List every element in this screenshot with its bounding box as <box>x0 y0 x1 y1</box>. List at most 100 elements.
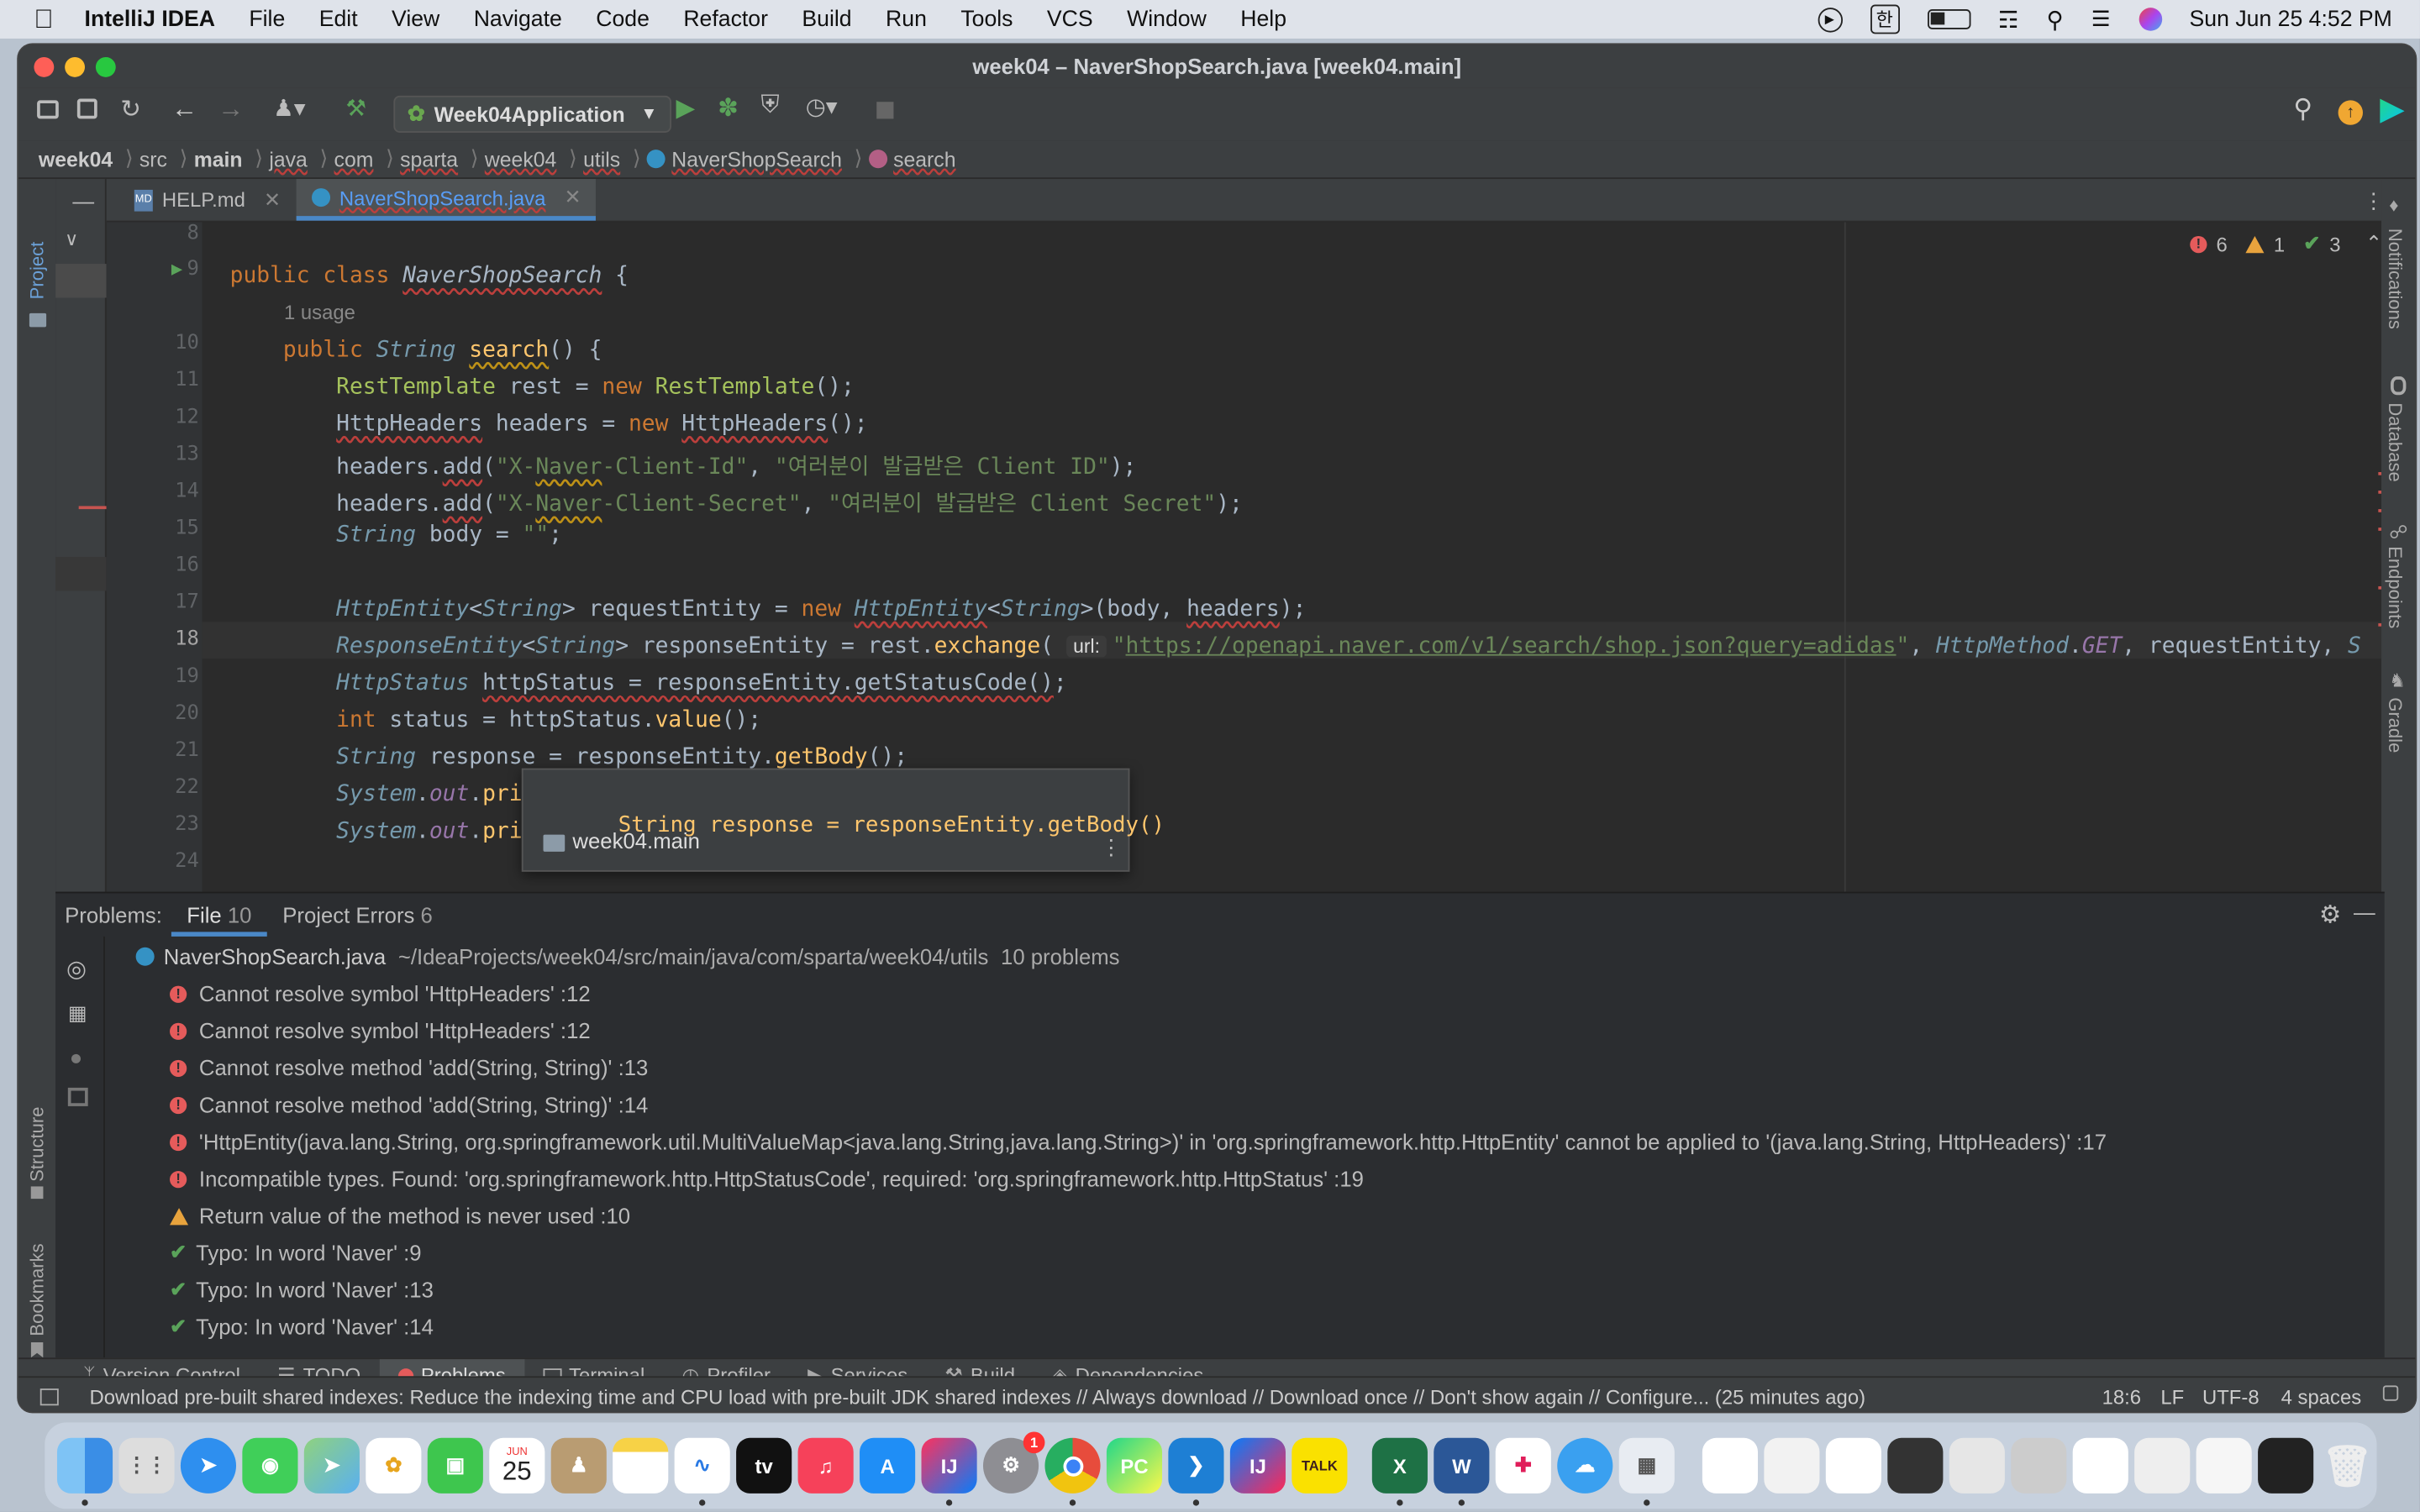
preview-icon[interactable]: ▦ <box>1618 1437 1675 1506</box>
menu-window[interactable]: Window <box>1127 7 1207 31</box>
battery-icon[interactable] <box>1927 9 1970 29</box>
structure-tool-tab[interactable]: Structure <box>26 1106 48 1181</box>
breadcrumb-class[interactable]: NaverShopSearch <box>671 147 842 171</box>
music-icon[interactable]: ♫ <box>797 1437 854 1494</box>
gradle-icon[interactable]: ♞ <box>2389 669 2406 691</box>
gear-icon[interactable]: ⚙ <box>2319 900 2341 931</box>
gradle-tool-tab[interactable]: Gradle <box>2385 697 2407 753</box>
menu-refactor[interactable]: Refactor <box>683 7 768 31</box>
close-icon[interactable]: ✕ <box>264 187 281 212</box>
recent-document-icon[interactable] <box>2072 1437 2128 1494</box>
save-all-icon[interactable] <box>76 98 97 119</box>
pycharm-icon[interactable]: PC <box>1106 1437 1163 1494</box>
endpoints-tool-tab[interactable]: Endpoints <box>2385 546 2407 628</box>
build-hammer-icon[interactable]: ⚒ <box>345 94 366 122</box>
database-tool-tab[interactable]: Database <box>2385 402 2407 481</box>
notifications-tool-tab[interactable]: Notifications <box>2385 228 2407 329</box>
safari-icon[interactable]: ➤ <box>180 1437 237 1494</box>
inspection-widget[interactable]: !6 1 ✔3 ⌃ ⌄ <box>2190 232 2384 256</box>
notes-icon[interactable] <box>613 1437 669 1494</box>
control-center-icon[interactable]: ☰ <box>2091 6 2111 32</box>
icloud-icon[interactable]: ☁ <box>1557 1437 1613 1494</box>
problem-row[interactable]: ! Cannot resolve method 'add(String, Stri… <box>170 1051 648 1084</box>
run-gutter-icon[interactable]: ▶ <box>171 258 182 280</box>
project-panel-collapsed[interactable]: ∨ <box>55 179 107 892</box>
app-store-icon[interactable]: A <box>860 1437 916 1494</box>
slack-icon[interactable]: ✚ <box>1495 1437 1551 1494</box>
recent-document-icon[interactable] <box>1887 1437 1944 1494</box>
excel-icon[interactable]: X <box>1371 1437 1428 1506</box>
endpoints-icon[interactable]: ☍ <box>2389 522 2407 543</box>
minimize-window-button[interactable] <box>65 56 86 77</box>
chevron-down-icon[interactable]: ∨ <box>65 228 78 250</box>
breadcrumb-method[interactable]: search <box>893 147 955 171</box>
tab-navershopsearch[interactable]: NaverShopSearch.java ✕ <box>296 179 597 221</box>
calendar-icon[interactable]: JUN 25 <box>489 1437 545 1494</box>
problem-row[interactable]: ✔ Typo: In word 'Naver' :13 <box>170 1273 434 1306</box>
recent-document-icon[interactable] <box>1949 1437 2005 1494</box>
menu-tools[interactable]: Tools <box>960 7 1013 31</box>
run-icon[interactable]: ▶ <box>676 92 695 123</box>
recent-document-icon[interactable] <box>2196 1437 2252 1494</box>
problem-row[interactable]: ! Cannot resolve method 'add(String, Stri… <box>170 1088 648 1121</box>
zoom-window-button[interactable] <box>95 56 116 77</box>
freeform-icon[interactable]: ∿ <box>674 1437 730 1506</box>
breadcrumb-src[interactable]: src <box>139 147 167 171</box>
update-icon[interactable]: ↑ <box>2338 100 2363 125</box>
menubar-datetime[interactable]: Sun Jun 25 4:52 PM <box>2190 7 2392 31</box>
structure-icon[interactable] <box>30 1186 44 1200</box>
system-settings-icon[interactable]: ⚙ 1 <box>982 1431 1045 1494</box>
cursor-position[interactable]: 18:6 <box>2102 1384 2141 1408</box>
recent-document-icon[interactable] <box>2011 1437 2067 1494</box>
user-profile-icon[interactable]: ♟▾ <box>273 94 306 122</box>
panel-toggle-icon[interactable] <box>39 1388 59 1405</box>
group-by-icon[interactable]: ▦ <box>68 1001 87 1026</box>
collapse-panel-icon[interactable]: — <box>72 188 94 213</box>
problem-row[interactable]: ! Incompatible types. Found: 'org.springf… <box>170 1162 1364 1195</box>
breadcrumb-main[interactable]: main <box>194 147 243 171</box>
indent-setting[interactable]: 4 spaces <box>2281 1384 2362 1408</box>
input-source-icon[interactable]: 한 <box>1870 4 1900 34</box>
debug-icon[interactable]: ✽ <box>718 92 739 123</box>
problem-row[interactable]: ✔ Typo: In word 'Naver' :14 <box>170 1310 434 1343</box>
breadcrumb-project[interactable]: week04 <box>39 147 113 171</box>
close-icon[interactable]: ✕ <box>564 185 581 209</box>
problem-row[interactable]: ! 'HttpEntity(java.lang.String, org.sprin… <box>170 1125 2107 1158</box>
code-editor[interactable]: 8 9 10 11 12 13 14 15 16 17 18 19 20 21 … <box>106 222 2385 892</box>
bookmarks-tool-tab[interactable]: Bookmarks <box>26 1243 48 1336</box>
minimize-icon[interactable]: — <box>2354 900 2375 924</box>
recent-document-icon[interactable] <box>1764 1437 1820 1494</box>
problem-row[interactable]: Return value of the method is never used… <box>170 1199 630 1232</box>
messages-icon[interactable]: ◉ <box>242 1437 298 1494</box>
notifications-bell-icon[interactable]: ♦ <box>2389 194 2398 216</box>
problem-row[interactable]: ! Cannot resolve symbol 'HttpHeaders' :12 <box>170 1014 591 1047</box>
usage-hint[interactable]: 1 usage <box>284 301 355 324</box>
quick-documentation-popup[interactable]: String response = responseEntity.getBody… <box>521 768 1165 872</box>
run-config-selector[interactable]: ✿ Week04Application ▼ <box>393 95 671 133</box>
file-encoding[interactable]: UTF-8 <box>2202 1384 2260 1408</box>
breadcrumb-com[interactable]: com <box>334 147 374 171</box>
breadcrumb-java[interactable]: java <box>269 147 307 171</box>
chevron-up-icon[interactable]: ⌃ <box>2365 232 2382 256</box>
chrome-icon[interactable] <box>1044 1437 1101 1506</box>
breadcrumb-utils[interactable]: utils <box>583 147 620 171</box>
menu-build[interactable]: Build <box>802 7 851 31</box>
stop-icon[interactable] <box>876 102 894 119</box>
search-everywhere-icon[interactable]: ⚲ <box>2293 94 2312 125</box>
intellij-ce-icon[interactable]: IJ <box>1229 1437 1286 1494</box>
problem-row[interactable]: ✔ Typo: In word 'Naver' :9 <box>170 1236 422 1269</box>
jetbrains-toolbox-icon[interactable] <box>2380 98 2405 123</box>
photos-icon[interactable]: ✿ <box>366 1437 422 1494</box>
tab-help-md[interactable]: MD HELP.md ✕ <box>118 179 296 221</box>
recent-document-icon[interactable] <box>2258 1437 2314 1494</box>
tab-file-problems[interactable]: File 10 <box>171 893 267 937</box>
facetime-icon[interactable]: ▣ <box>427 1437 483 1494</box>
more-options-icon[interactable]: ⋮ <box>1101 835 1123 861</box>
intellij-icon[interactable]: IJ <box>921 1437 977 1506</box>
menu-vcs[interactable]: VCS <box>1047 7 1093 31</box>
back-arrow-icon[interactable]: ← <box>171 94 197 125</box>
sync-icon[interactable]: ↻ <box>120 94 141 125</box>
tab-project-errors[interactable]: Project Errors 6 <box>267 893 448 936</box>
launchpad-icon[interactable]: ⋮⋮ <box>118 1437 175 1494</box>
lightbulb-icon[interactable]: ● <box>70 1044 83 1068</box>
